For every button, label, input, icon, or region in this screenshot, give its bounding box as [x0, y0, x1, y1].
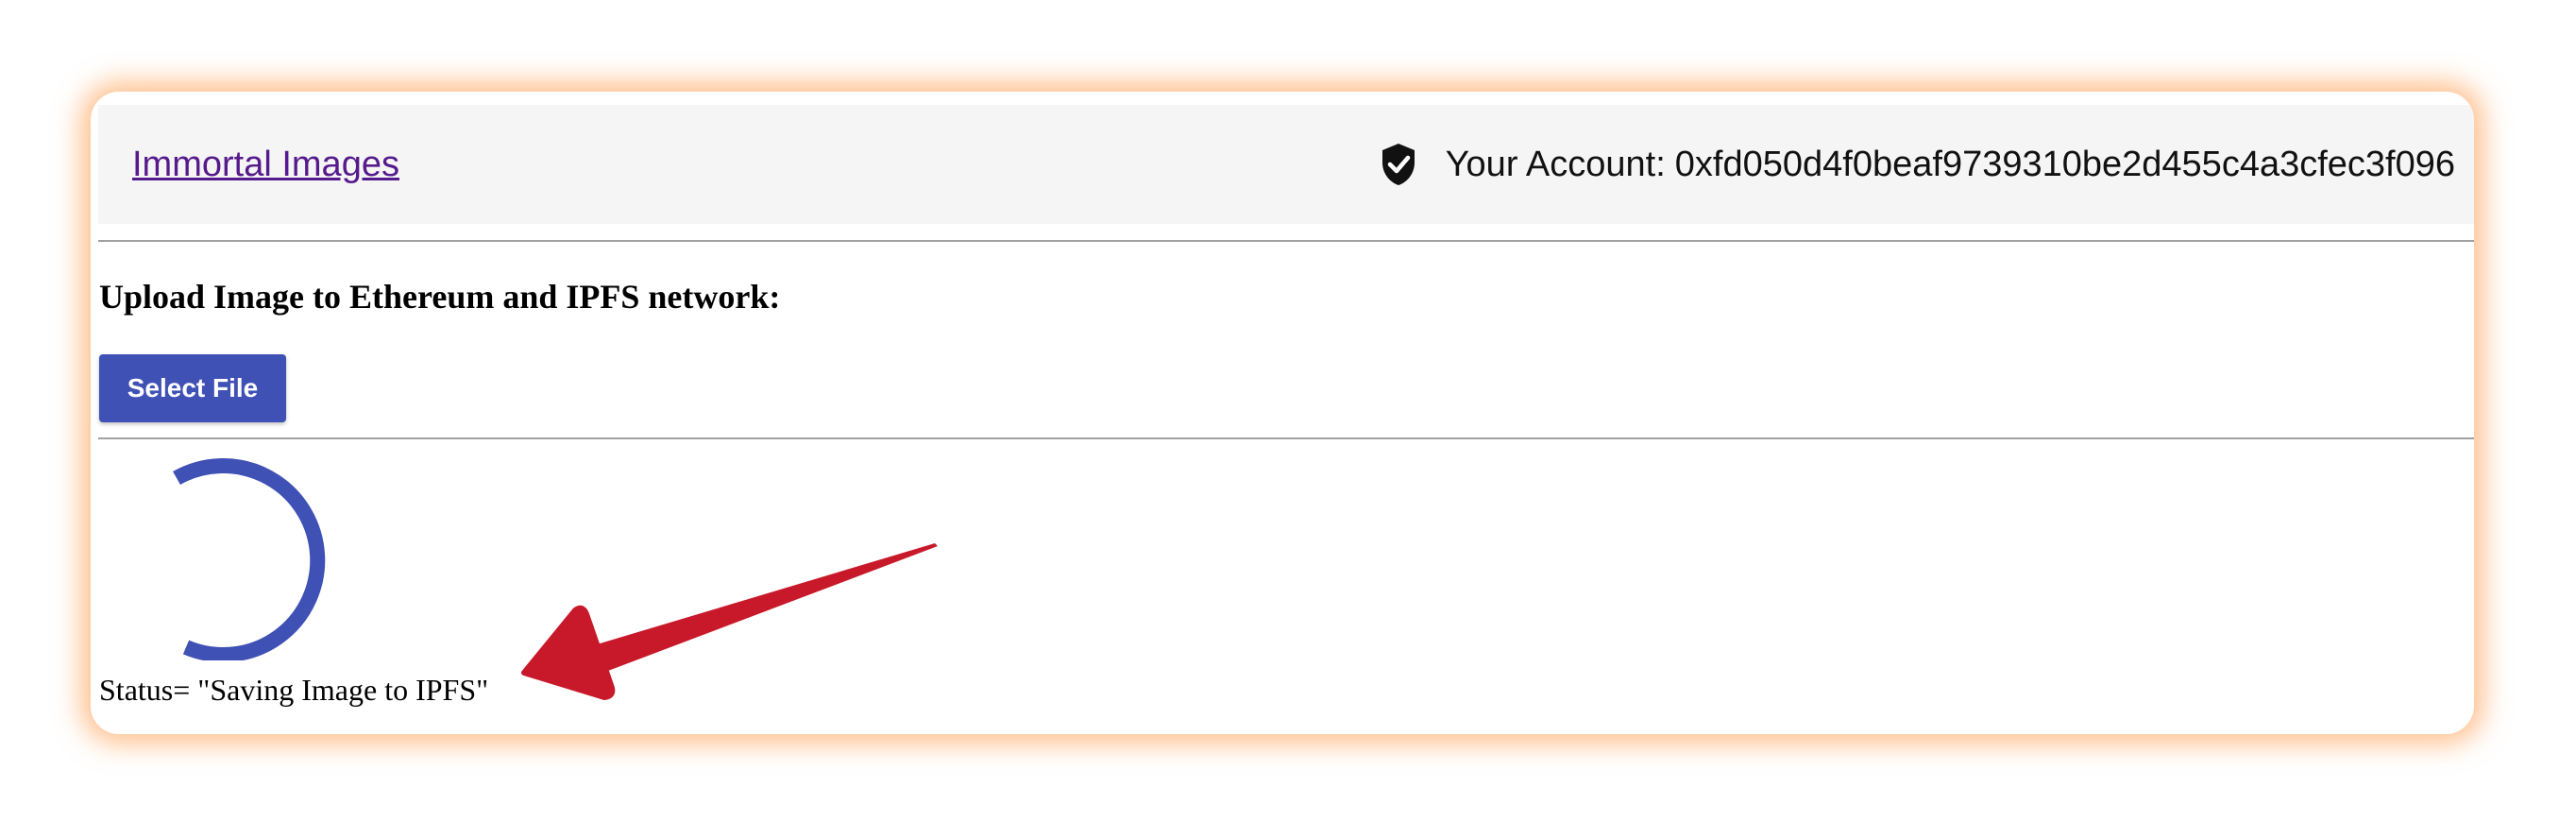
account-info: Your Account: 0xfd050d4f0beaf9739310be2d… — [1380, 105, 2455, 224]
upload-heading: Upload Image to Ethereum and IPFS networ… — [99, 278, 781, 316]
select-file-button[interactable]: Select File — [99, 354, 286, 422]
account-address: 0xfd050d4f0beaf9739310be2d455c4a3cfec3f0… — [1674, 144, 2455, 184]
shield-check-icon — [1381, 144, 1415, 185]
brand-link[interactable]: Immortal Images — [132, 105, 399, 224]
account-label: Your Account: — [1445, 144, 1666, 184]
status-text: Status= "Saving Image to IPFS" — [99, 673, 489, 707]
loading-spinner — [173, 458, 326, 660]
divider-bottom — [98, 437, 2474, 439]
navbar: Immortal Images Your Account: 0xfd050d4f… — [98, 105, 2474, 224]
divider-top — [98, 240, 2474, 242]
app-window: Immortal Images Your Account: 0xfd050d4f… — [91, 92, 2474, 734]
